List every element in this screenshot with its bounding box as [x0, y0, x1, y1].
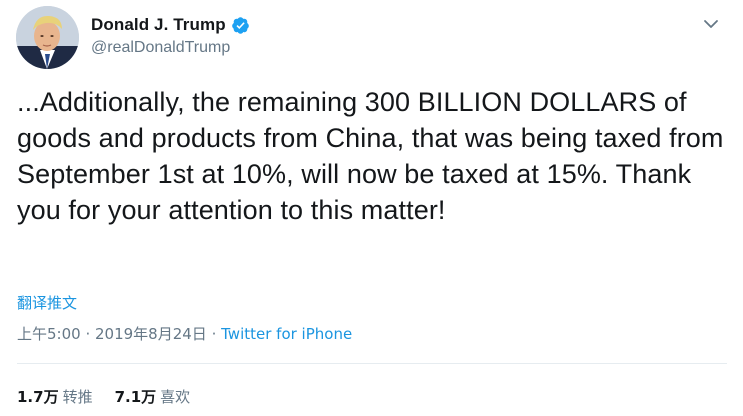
handle[interactable]: @realDonaldTrump — [91, 39, 250, 57]
translate-tweet-link[interactable]: 翻译推文 — [17, 292, 77, 313]
tweet: Donald J. Trump @realDonaldTrump ...Addi… — [0, 0, 743, 416]
meta-separator: · — [80, 325, 95, 343]
tweet-source-link[interactable]: Twitter for iPhone — [221, 325, 352, 343]
tweet-date[interactable]: 2019年8月24日 — [95, 325, 207, 343]
display-name[interactable]: Donald J. Trump — [91, 15, 226, 35]
verified-badge-icon — [231, 16, 250, 35]
tweet-text: ...Additionally, the remaining 300 BILLI… — [17, 87, 724, 225]
avatar-image — [16, 6, 79, 69]
likes-count: 7.1万 — [114, 388, 157, 406]
likes-label: 喜欢 — [160, 388, 191, 406]
avatar[interactable] — [16, 6, 79, 69]
tweet-metadata: 上午5:00 · 2019年8月24日 · Twitter for iPhone — [17, 323, 352, 344]
tweet-stats: 1.7万 转推 7.1万 喜欢 — [17, 386, 190, 407]
retweets-count: 1.7万 — [17, 388, 59, 406]
divider — [17, 363, 727, 364]
retweets-stat[interactable]: 1.7万 转推 — [17, 386, 93, 407]
retweets-label: 转推 — [62, 388, 93, 406]
chevron-down-icon[interactable] — [701, 14, 721, 34]
display-name-row: Donald J. Trump — [91, 14, 250, 36]
tweet-header: Donald J. Trump @realDonaldTrump — [16, 6, 727, 72]
meta-separator: · — [206, 325, 222, 343]
tweet-time[interactable]: 上午5:00 — [17, 325, 81, 343]
likes-stat[interactable]: 7.1万 喜欢 — [115, 386, 191, 407]
author-names: Donald J. Trump @realDonaldTrump — [91, 14, 250, 57]
